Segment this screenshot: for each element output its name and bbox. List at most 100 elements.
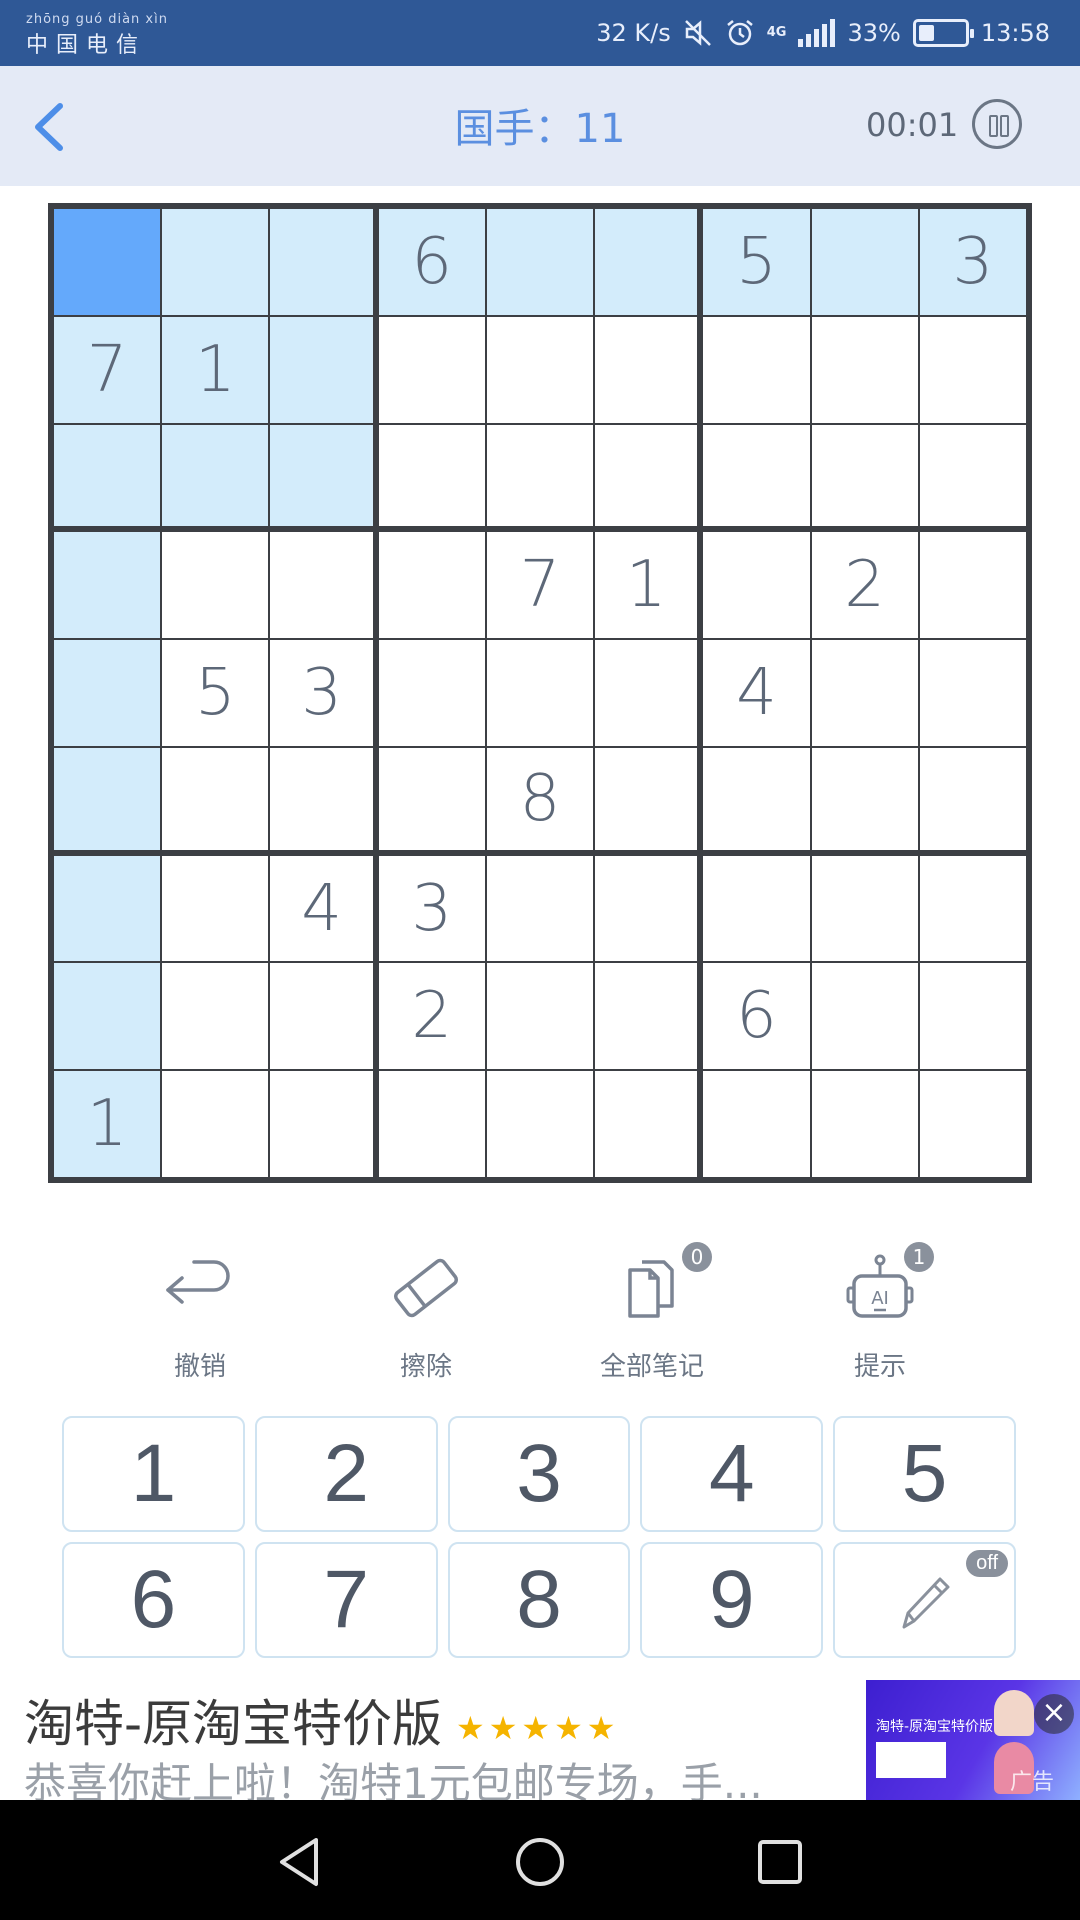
sudoku-cell[interactable] — [703, 532, 810, 639]
sudoku-cell[interactable] — [54, 424, 161, 531]
sudoku-cell[interactable]: 6 — [703, 963, 810, 1070]
sudoku-cell[interactable] — [378, 747, 485, 854]
sudoku-cell[interactable] — [595, 640, 702, 746]
sudoku-cell[interactable] — [919, 532, 1026, 639]
key-2[interactable]: 2 — [254, 1416, 438, 1532]
sudoku-cell[interactable] — [162, 747, 269, 854]
pause-icon[interactable] — [972, 99, 1022, 149]
sudoku-cell[interactable] — [270, 1071, 377, 1177]
sudoku-cell[interactable] — [162, 209, 269, 315]
sudoku-cell[interactable] — [595, 855, 702, 962]
sudoku-cell[interactable] — [270, 316, 377, 423]
sudoku-cell[interactable] — [270, 209, 377, 315]
sudoku-cell[interactable] — [162, 963, 269, 1070]
sudoku-cell[interactable] — [378, 1071, 485, 1177]
sudoku-cell[interactable] — [919, 1071, 1026, 1177]
undo-button[interactable]: 撤销 — [100, 1248, 300, 1383]
sudoku-cell[interactable] — [703, 424, 810, 531]
key-8[interactable]: 8 — [447, 1542, 631, 1658]
sudoku-cell[interactable] — [270, 963, 377, 1070]
sudoku-cell[interactable] — [54, 640, 161, 746]
sudoku-cell[interactable]: 4 — [703, 640, 810, 746]
sudoku-cell[interactable]: 5 — [162, 640, 269, 746]
sudoku-cell[interactable]: 2 — [811, 532, 918, 639]
sudoku-cell[interactable] — [378, 316, 485, 423]
sudoku-cell[interactable] — [54, 209, 161, 315]
ad-banner[interactable]: 淘特-原淘宝特价版 ★★★★★ 恭喜你赶上啦！淘特1元包邮专场，手... 淘特-原… — [0, 1678, 1080, 1808]
sudoku-cell[interactable] — [486, 855, 594, 962]
sudoku-cell[interactable]: 7 — [54, 316, 161, 423]
sudoku-cell[interactable] — [595, 963, 702, 1070]
sudoku-cell[interactable]: 1 — [595, 532, 702, 639]
sudoku-cell[interactable] — [919, 963, 1026, 1070]
key-9[interactable]: 9 — [640, 1542, 824, 1658]
sudoku-cell[interactable]: 6 — [378, 209, 485, 315]
sudoku-cell[interactable]: 2 — [378, 963, 485, 1070]
sudoku-cell[interactable]: 7 — [486, 532, 594, 639]
sudoku-cell[interactable] — [270, 532, 377, 639]
sudoku-cell[interactable]: 3 — [270, 640, 377, 746]
sudoku-cell[interactable] — [378, 640, 485, 746]
back-triangle-icon[interactable] — [272, 1834, 328, 1890]
sudoku-cell[interactable] — [486, 209, 594, 315]
sudoku-cell[interactable] — [811, 963, 918, 1070]
sudoku-cell[interactable] — [270, 424, 377, 531]
sudoku-cell[interactable] — [595, 316, 702, 423]
key-4[interactable]: 4 — [640, 1416, 824, 1532]
sudoku-cell[interactable] — [54, 532, 161, 639]
sudoku-cell[interactable] — [595, 1071, 702, 1177]
sudoku-cell[interactable] — [919, 855, 1026, 962]
key-6[interactable]: 6 — [62, 1542, 245, 1658]
sudoku-cell[interactable]: 3 — [378, 855, 485, 962]
sudoku-cell[interactable] — [270, 747, 377, 854]
home-circle-icon[interactable] — [512, 1834, 568, 1890]
sudoku-cell[interactable] — [486, 640, 594, 746]
key-7[interactable]: 7 — [254, 1542, 438, 1658]
sudoku-cell[interactable] — [811, 424, 918, 531]
sudoku-cell[interactable] — [54, 963, 161, 1070]
pencil-toggle-button[interactable]: off — [833, 1542, 1016, 1658]
recents-square-icon[interactable] — [752, 1834, 808, 1890]
sudoku-cell[interactable] — [703, 316, 810, 423]
sudoku-cell[interactable] — [919, 424, 1026, 531]
sudoku-cell[interactable] — [162, 532, 269, 639]
key-1[interactable]: 1 — [62, 1416, 245, 1532]
sudoku-cell[interactable] — [811, 855, 918, 962]
key-5[interactable]: 5 — [833, 1416, 1016, 1532]
sudoku-cell[interactable] — [919, 747, 1026, 854]
sudoku-cell[interactable] — [595, 747, 702, 854]
erase-button[interactable]: 擦除 — [326, 1248, 526, 1383]
sudoku-cell[interactable] — [162, 1071, 269, 1177]
sudoku-cell[interactable] — [919, 316, 1026, 423]
sudoku-cell[interactable] — [595, 209, 702, 315]
sudoku-cell[interactable] — [919, 640, 1026, 746]
sudoku-cell[interactable] — [811, 209, 918, 315]
sudoku-cell[interactable] — [703, 1071, 810, 1177]
close-icon[interactable]: × — [1034, 1694, 1074, 1734]
sudoku-cell[interactable] — [54, 747, 161, 854]
sudoku-cell[interactable] — [811, 640, 918, 746]
sudoku-cell[interactable]: 4 — [270, 855, 377, 962]
sudoku-cell[interactable] — [486, 424, 594, 531]
notes-button[interactable]: 0 全部笔记 — [552, 1242, 752, 1383]
sudoku-cell[interactable] — [811, 316, 918, 423]
sudoku-cell[interactable]: 8 — [486, 747, 594, 854]
sudoku-cell[interactable] — [595, 424, 702, 531]
sudoku-cell[interactable] — [811, 1071, 918, 1177]
hint-button[interactable]: AI 1 提示 — [780, 1242, 980, 1383]
key-3[interactable]: 3 — [447, 1416, 631, 1532]
sudoku-cell[interactable] — [54, 855, 161, 962]
sudoku-cell[interactable] — [486, 1071, 594, 1177]
sudoku-cell[interactable] — [162, 855, 269, 962]
sudoku-cell[interactable] — [486, 963, 594, 1070]
sudoku-cell[interactable]: 1 — [162, 316, 269, 423]
sudoku-cell[interactable] — [162, 424, 269, 531]
sudoku-cell[interactable] — [378, 424, 485, 531]
sudoku-cell[interactable] — [703, 747, 810, 854]
sudoku-cell[interactable]: 5 — [703, 209, 810, 315]
sudoku-cell[interactable]: 1 — [54, 1071, 161, 1177]
sudoku-cell[interactable]: 3 — [919, 209, 1026, 315]
sudoku-cell[interactable] — [486, 316, 594, 423]
sudoku-cell[interactable] — [703, 855, 810, 962]
sudoku-cell[interactable] — [811, 747, 918, 854]
